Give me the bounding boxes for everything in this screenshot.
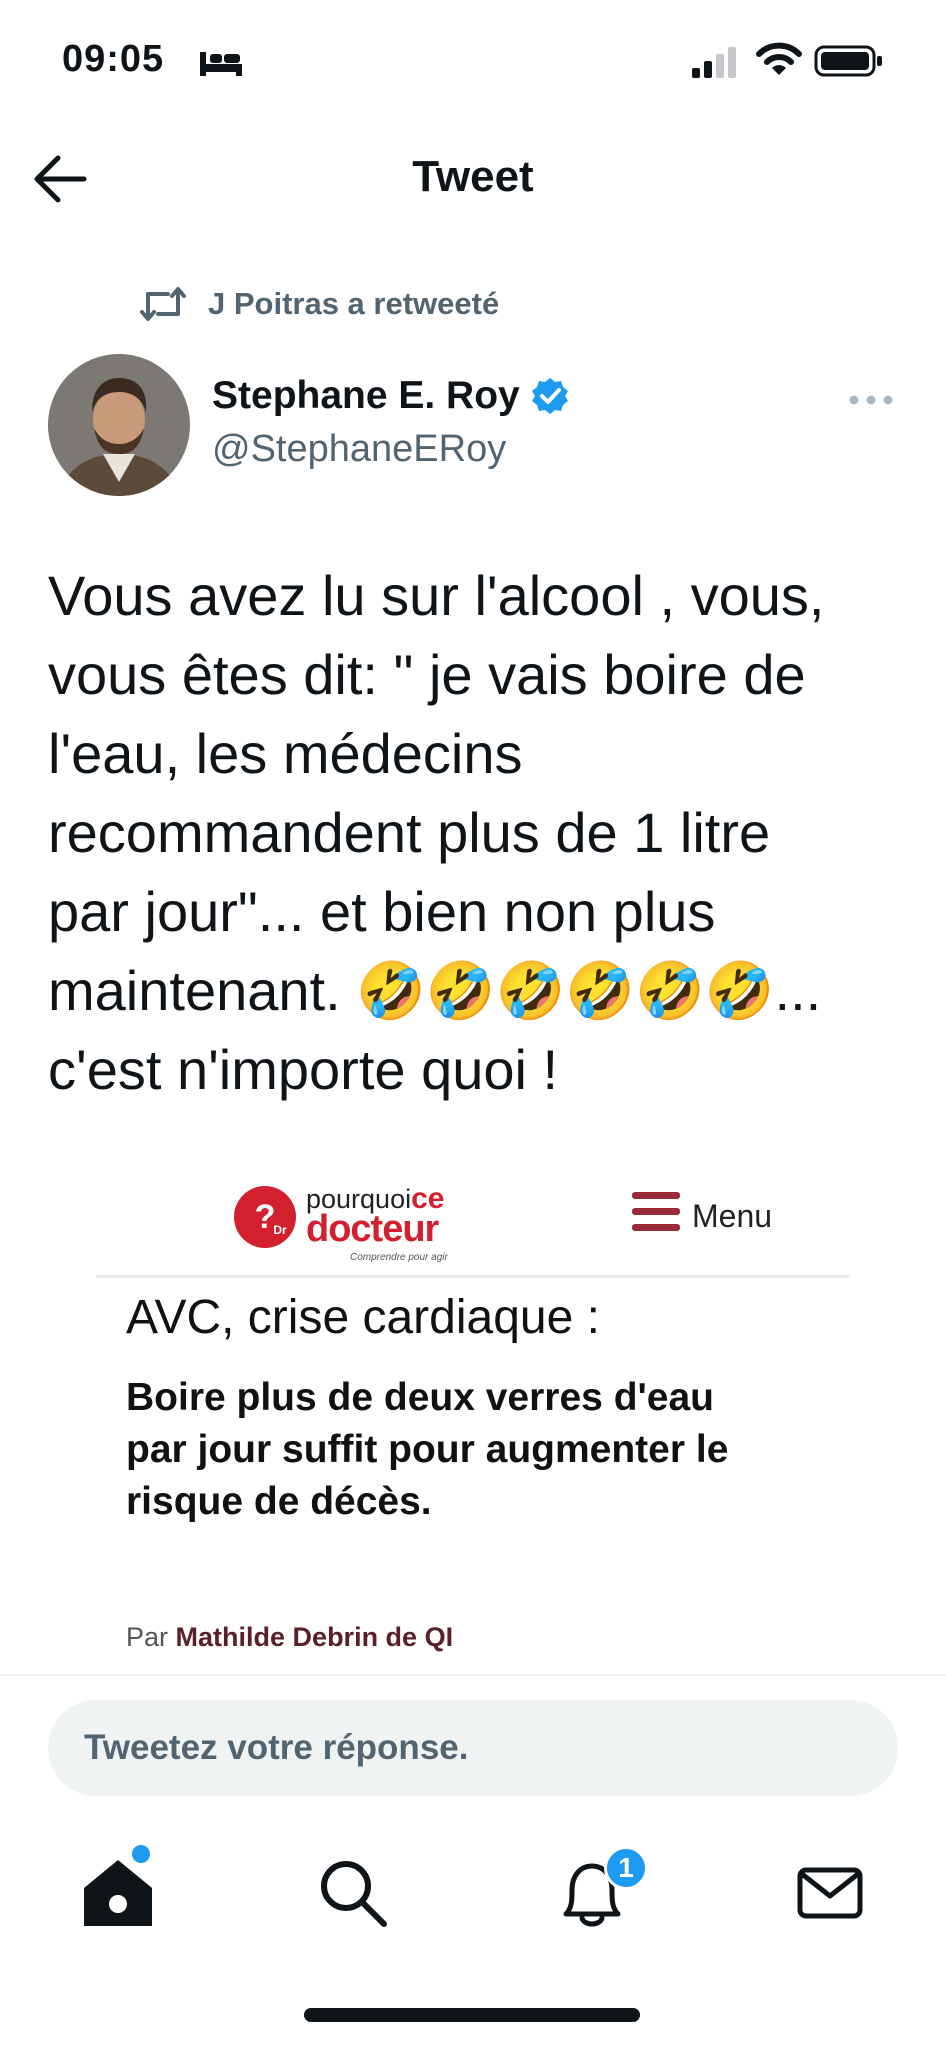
tweet-line: c'est n'importe quoi ! bbox=[48, 1038, 559, 1101]
verified-badge-icon bbox=[531, 378, 568, 414]
mail-icon[interactable] bbox=[790, 1852, 870, 1932]
article-byline: Par Mathilde Debrin de QI bbox=[126, 1622, 453, 1653]
article-header: ? Dr pourquoice docteur Comprendre pour … bbox=[96, 1172, 850, 1278]
divider bbox=[0, 1674, 946, 1676]
logo-tagline: Comprendre pour agir bbox=[350, 1252, 448, 1263]
avatar[interactable] bbox=[48, 354, 190, 496]
article-subheadline: Boire plus de deux verres d'eau par jour… bbox=[126, 1376, 729, 1523]
page-title: Tweet bbox=[412, 152, 534, 201]
author-name: Stephane E. Roy bbox=[212, 374, 520, 417]
menu-label: Menu bbox=[692, 1198, 773, 1234]
home-icon[interactable] bbox=[78, 1852, 158, 1932]
svg-text:Dr: Dr bbox=[273, 1223, 287, 1237]
pourquoi-docteur-logo-icon: ? Dr bbox=[234, 1186, 296, 1248]
retweet-label: J Poitras a retweeté bbox=[208, 286, 500, 321]
tweet-line: recommandent plus de 1 litre bbox=[48, 801, 771, 864]
status-time: 09:05 bbox=[62, 38, 165, 80]
tweet-line: l'eau, les médecins bbox=[48, 722, 523, 785]
wifi-icon bbox=[756, 42, 802, 75]
battery-icon bbox=[814, 45, 882, 77]
retweet-indicator[interactable]: J Poitras a retweeté bbox=[138, 280, 499, 328]
home-indicator[interactable] bbox=[304, 2008, 640, 2022]
search-icon[interactable] bbox=[312, 1852, 392, 1932]
svg-text:?: ? bbox=[255, 1198, 276, 1236]
signal-icon bbox=[692, 47, 736, 78]
more-options-icon[interactable] bbox=[846, 388, 896, 412]
author-name-row[interactable]: Stephane E. Roy bbox=[212, 374, 570, 418]
tweet-text: Vous avez lu sur l'alcool , vous, vous ê… bbox=[48, 556, 908, 1109]
article-headline: AVC, crise cardiaque : bbox=[126, 1291, 600, 1344]
byline-author: Mathilde Debrin de QI bbox=[175, 1622, 454, 1652]
tweet-line: vous êtes dit: " je vais boire de bbox=[48, 643, 806, 706]
notifications-badge: 1 bbox=[604, 1846, 648, 1890]
retweet-icon bbox=[140, 287, 186, 321]
avatar-photo bbox=[48, 354, 190, 496]
logo-text-bottom: docteur bbox=[306, 1208, 439, 1250]
tweet-line: par jour"... et bien non plus bbox=[48, 880, 716, 943]
byline-prefix: Par bbox=[126, 1622, 169, 1652]
tweet-line: maintenant. 🤣🤣🤣🤣🤣🤣... bbox=[48, 959, 822, 1022]
tweet-line: Vous avez lu sur l'alcool , vous, bbox=[48, 564, 825, 627]
author-handle[interactable]: @StephaneERoy bbox=[212, 428, 506, 471]
status-bar: 09:05 bbox=[0, 0, 946, 120]
hamburger-menu-icon bbox=[632, 1192, 680, 1231]
bed-icon bbox=[200, 52, 242, 76]
tweet-media-image[interactable]: ? Dr pourquoice docteur Comprendre pour … bbox=[96, 1172, 850, 1672]
reply-input[interactable] bbox=[48, 1700, 898, 1796]
home-unread-dot bbox=[132, 1845, 150, 1863]
